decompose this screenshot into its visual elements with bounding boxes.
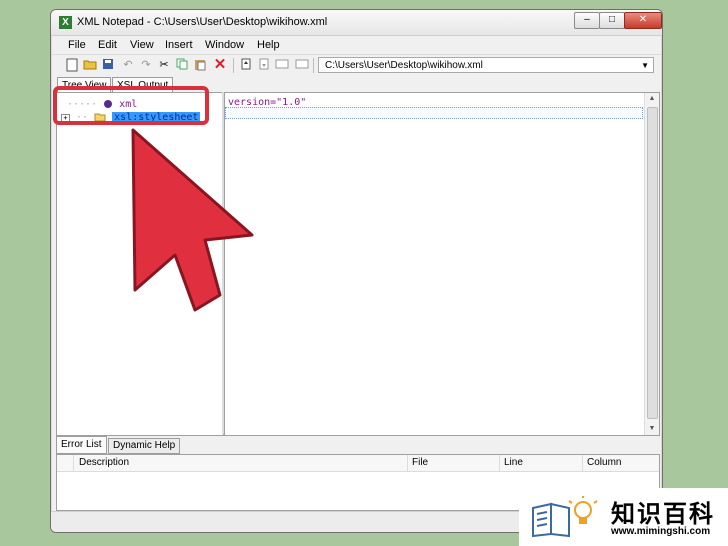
undo-icon[interactable]: ↶ [121, 58, 135, 72]
column-column[interactable]: Column [587, 457, 621, 468]
minimize-button[interactable]: – [574, 12, 600, 29]
copy-icon[interactable] [175, 58, 189, 72]
menu-window[interactable]: Window [205, 39, 244, 51]
menu-file[interactable]: File [68, 39, 86, 51]
toolbar: ↶ ↷ ✂ ✕ C:\Users\User\Desktop\wikihow.xm… [51, 54, 662, 77]
menu-bar: File Edit View Insert Window Help [51, 36, 662, 54]
cut-icon[interactable]: ✂ [157, 58, 171, 72]
window-title: XML Notepad - C:\Users\User\Desktop\wiki… [77, 16, 328, 28]
column-line[interactable]: Line [504, 457, 523, 468]
close-button[interactable]: ✕ [624, 12, 662, 29]
nudge-down-icon[interactable] [257, 58, 271, 72]
error-list-header: Description File Line Column [57, 455, 659, 472]
column-separator [499, 455, 500, 471]
toolbar-separator [313, 58, 314, 73]
open-icon[interactable] [83, 58, 97, 72]
new-icon[interactable] [65, 58, 79, 72]
column-description[interactable]: Description [79, 457, 129, 468]
value-pane[interactable]: version="1.0" ▲ ▼ [224, 92, 660, 436]
brand-watermark: 知识百科 www.mimingshi.com [519, 488, 728, 546]
menu-help[interactable]: Help [257, 39, 280, 51]
file-path-text: C:\Users\User\Desktop\wikihow.xml [325, 60, 483, 71]
delete-icon[interactable]: ✕ [213, 57, 227, 72]
app-icon: X [59, 16, 72, 29]
save-icon[interactable] [101, 58, 115, 72]
nudge-left-icon[interactable] [275, 58, 289, 72]
paste-icon[interactable] [193, 58, 207, 72]
chevron-down-icon[interactable]: ▼ [641, 58, 649, 74]
toolbar-separator [233, 58, 234, 73]
column-separator [582, 455, 583, 471]
brand-url: www.mimingshi.com [611, 526, 711, 537]
highlight-callout [53, 86, 209, 125]
vertical-scrollbar[interactable]: ▲ ▼ [644, 93, 659, 435]
menu-view[interactable]: View [130, 39, 154, 51]
tab-error-list[interactable]: Error List [56, 436, 107, 454]
menu-edit[interactable]: Edit [98, 39, 117, 51]
book-lightbulb-icon [532, 496, 598, 538]
scroll-down-icon[interactable]: ▼ [645, 423, 659, 435]
scroll-up-icon[interactable]: ▲ [645, 93, 659, 105]
column-separator [73, 455, 74, 471]
column-file[interactable]: File [412, 457, 428, 468]
maximize-button[interactable]: □ [599, 12, 625, 29]
menu-insert[interactable]: Insert [165, 39, 193, 51]
tab-dynamic-help[interactable]: Dynamic Help [108, 438, 181, 454]
arrow-pointer-icon [131, 128, 254, 312]
nudge-right-icon[interactable] [295, 58, 309, 72]
scroll-thumb[interactable] [647, 107, 658, 419]
brand-name: 知识百科 [611, 501, 715, 528]
file-path-combo[interactable]: C:\Users\User\Desktop\wikihow.xml ▼ [318, 57, 654, 73]
redo-icon[interactable]: ↷ [139, 58, 153, 72]
title-bar[interactable]: X XML Notepad - C:\Users\User\Desktop\wi… [51, 10, 662, 36]
nudge-up-icon[interactable] [239, 58, 253, 72]
value-row-selected[interactable] [225, 107, 643, 119]
column-separator [407, 455, 408, 471]
